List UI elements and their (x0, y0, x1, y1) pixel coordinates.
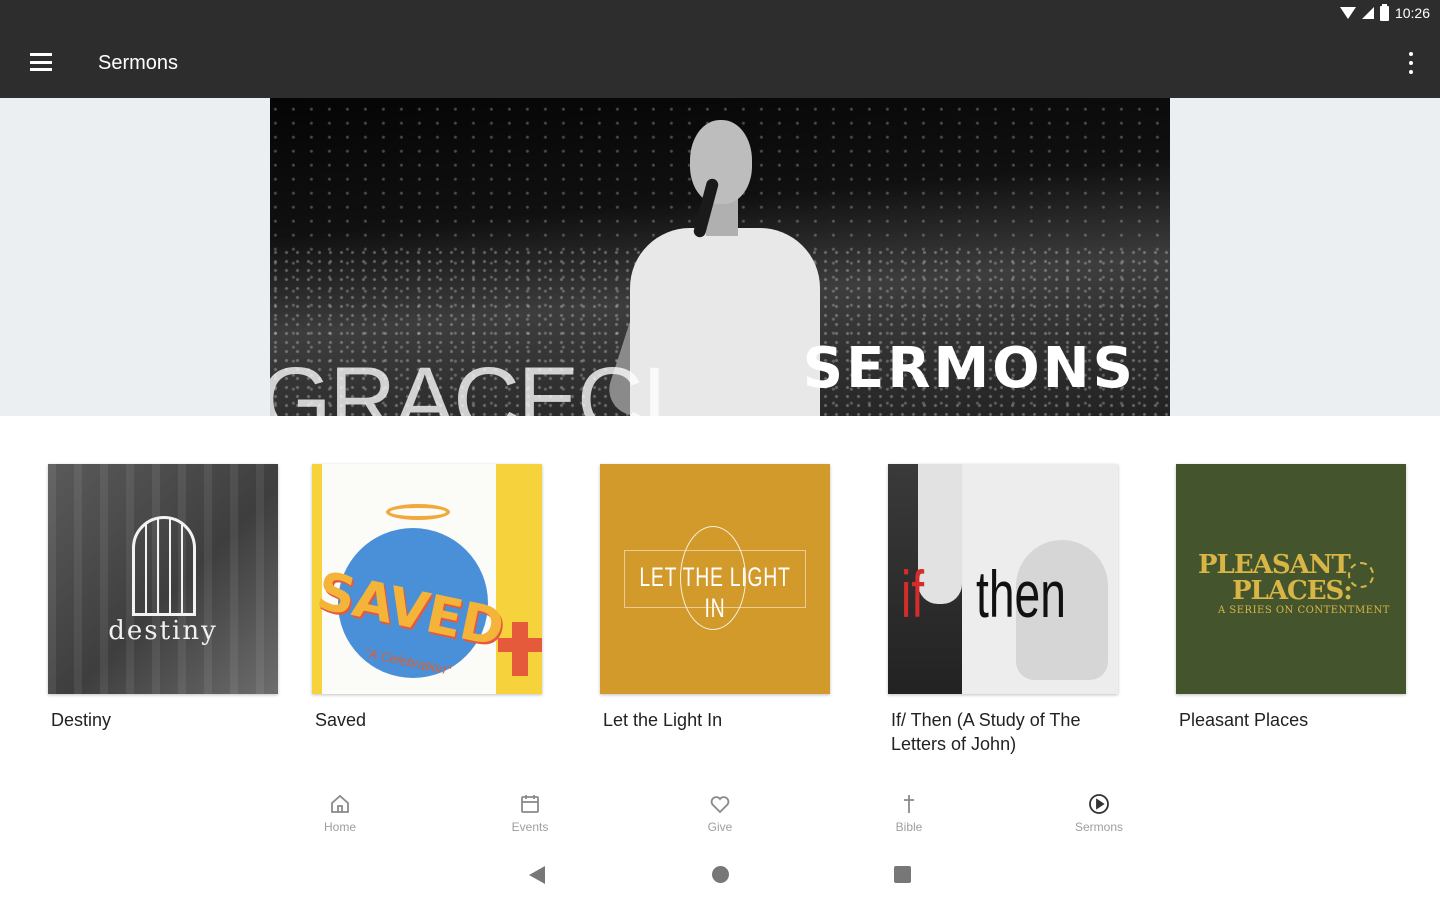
series-title: Saved (315, 710, 367, 730)
speaker-head (690, 120, 752, 204)
artwork-text-line-3: A SERIES ON CONTENTMENT (1218, 605, 1390, 616)
series-title: Destiny (51, 710, 112, 730)
back-icon[interactable] (529, 866, 545, 884)
series-artwork: if then (888, 464, 1118, 694)
artwork-text-if: if (900, 557, 925, 631)
sermon-series-list: destiny Destiny SAVED "A Celebration" Sa… (48, 464, 1408, 764)
wifi-icon (1339, 7, 1356, 19)
nav-label: Sermons (1074, 820, 1124, 834)
system-navigation (0, 848, 1440, 900)
app-bar: Sermons (0, 30, 1440, 98)
nav-label: Give (707, 820, 733, 834)
nav-label: Events (511, 820, 549, 834)
series-card-saved[interactable]: SAVED "A Celebration" Saved (312, 464, 542, 732)
series-card-if-then[interactable]: if then If/ Then (A Study of The Letters… (888, 464, 1118, 756)
nav-label: Bible (895, 820, 923, 834)
status-time: 10:26 (1394, 5, 1430, 21)
calendar-icon (521, 795, 539, 813)
battery-icon (1379, 3, 1389, 21)
nav-give[interactable]: Give (680, 792, 760, 834)
signal-icon (1361, 7, 1374, 19)
cross-icon (904, 795, 914, 813)
home-circle-icon[interactable] (712, 866, 729, 883)
status-icons: 10:26 (1339, 3, 1430, 21)
heart-icon (710, 796, 730, 814)
series-title: If/ Then (A Study of The Letters of John… (891, 710, 1081, 754)
series-title: Let the Light In (603, 710, 723, 730)
nav-sermons[interactable]: Sermons (1059, 792, 1139, 834)
nav-events[interactable]: Events (490, 792, 570, 834)
artwork-text: destiny (108, 616, 218, 646)
cross-graphic (498, 622, 542, 676)
bottom-navigation: Home Events Give Bible Sermons (0, 780, 1440, 844)
hero-label: SERMONS (802, 336, 1136, 401)
halo-graphic (386, 504, 450, 520)
nav-home[interactable]: Home (300, 792, 380, 834)
play-circle-icon (1089, 794, 1109, 814)
series-card-pleasant-places[interactable]: PLEASANT PLACES: A SERIES ON CONTENTMENT… (1176, 464, 1406, 732)
home-icon (331, 794, 349, 813)
status-bar: 10:26 (0, 0, 1440, 30)
series-artwork: SAVED "A Celebration" (312, 464, 542, 694)
menu-icon[interactable] (30, 53, 52, 71)
hero-background-text: GRACECI (270, 349, 667, 416)
nav-bible[interactable]: Bible (869, 792, 949, 834)
series-card-destiny[interactable]: destiny Destiny (48, 464, 278, 732)
birdcage-graphic (132, 516, 196, 616)
page-title: Sermons (98, 52, 179, 74)
series-title: Pleasant Places (1179, 710, 1309, 730)
recent-apps-icon[interactable] (894, 866, 911, 883)
sun-graphic (1348, 562, 1374, 588)
artwork-text-then: then (976, 557, 1066, 631)
series-artwork: destiny (48, 464, 278, 694)
series-artwork: LET THE LIGHT IN (600, 464, 830, 694)
artwork-text: LET THE LIGHT IN (639, 562, 791, 623)
series-artwork: PLEASANT PLACES: A SERIES ON CONTENTMENT (1176, 464, 1406, 694)
artwork-text-line-2: PLACES: (1232, 576, 1353, 606)
series-card-let-the-light-in[interactable]: LET THE LIGHT IN Let the Light In (600, 464, 830, 732)
more-vert-icon[interactable] (1408, 52, 1414, 74)
nav-label: Home (323, 820, 356, 834)
hero-banner: GRACECI SERMONS (270, 98, 1170, 416)
